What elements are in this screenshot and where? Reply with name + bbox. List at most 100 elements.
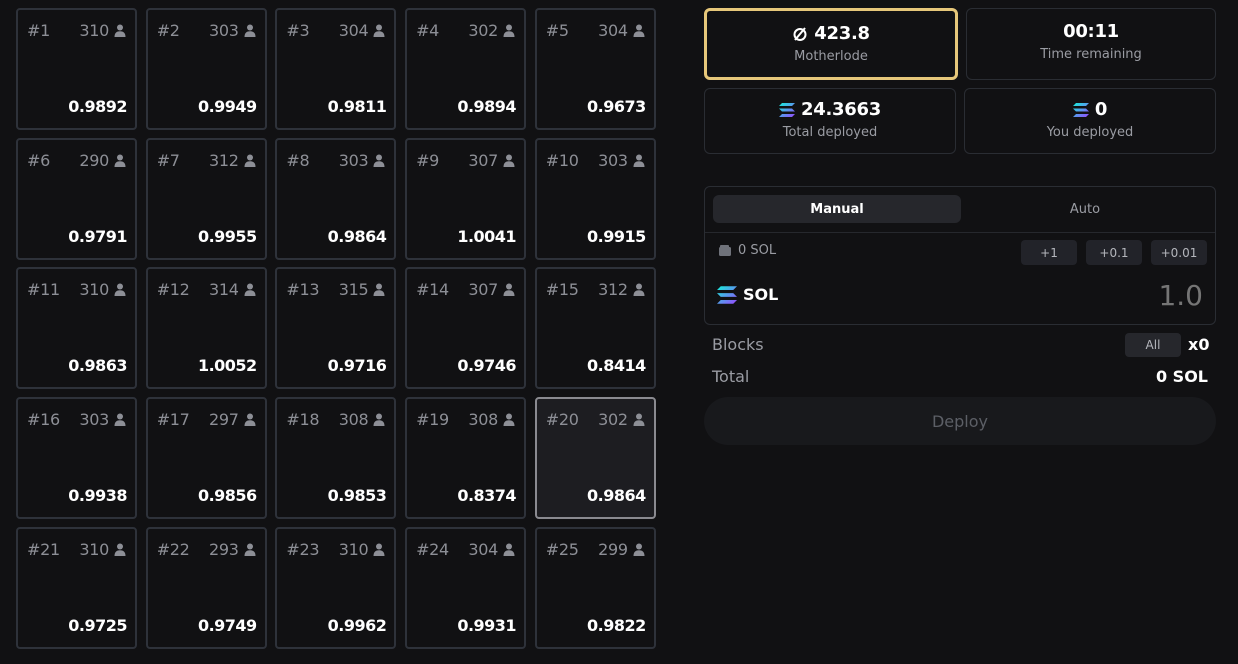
block-cell[interactable]: #17 297 0.9856 (145, 397, 267, 520)
block-cell[interactable]: #13 315 0.9716 (275, 267, 397, 390)
block-miners: 293 (209, 540, 256, 559)
tab-auto[interactable]: Auto (961, 195, 1209, 223)
block-miners: 304 (468, 540, 515, 559)
tab-manual[interactable]: Manual (713, 195, 961, 223)
block-cell[interactable]: #18 308 0.9853 (275, 397, 397, 520)
block-number: #6 (27, 150, 50, 170)
block-value: 0.9938 (68, 486, 127, 506)
block-number: #4 (416, 21, 440, 40)
block-miners: 308 (468, 410, 515, 429)
solana-icon (717, 285, 737, 304)
block-value: 0.9746 (457, 356, 517, 376)
miner-count: 299 (598, 539, 628, 559)
block-cell[interactable]: #15 312 0.8414 (534, 267, 656, 390)
block-number: #3 (286, 21, 310, 40)
amount-input[interactable] (1003, 279, 1203, 312)
block-cell[interactable]: #25 299 0.9822 (534, 526, 656, 649)
block-miners: 297 (209, 410, 256, 429)
block-number: #15 (545, 280, 579, 300)
block-cell[interactable]: #9 307 1.0041 (405, 137, 527, 260)
block-number: #12 (156, 280, 190, 300)
select-all-button[interactable]: All (1125, 333, 1181, 357)
block-cell[interactable]: #6 290 0.9791 (16, 137, 137, 260)
block-cell[interactable]: #4 302 0.9894 (405, 8, 527, 130)
block-cell[interactable]: #3 304 0.9811 (275, 8, 397, 130)
miner-count: 304 (338, 21, 369, 40)
total-deployed-card: 24.3663 Total deployed (704, 88, 956, 154)
block-cell[interactable]: #5 304 0.9673 (534, 8, 656, 130)
block-number: #8 (286, 150, 310, 170)
block-cell[interactable]: #8 303 0.9864 (275, 137, 397, 260)
increment-0.01-button[interactable]: +0.01 (1151, 240, 1207, 265)
wallet-icon (719, 245, 731, 256)
block-value: 0.9811 (327, 97, 387, 116)
block-cell[interactable]: #20 302 0.9864 (534, 397, 656, 520)
miner-count: 310 (79, 280, 109, 300)
block-cell[interactable]: #14 307 0.9746 (405, 267, 527, 390)
block-cell[interactable]: #1 310 0.9892 (16, 8, 137, 130)
user-icon (503, 283, 515, 297)
block-cell[interactable]: #12 314 1.0052 (145, 267, 267, 390)
block-value: 0.9864 (327, 226, 387, 246)
block-cell[interactable]: #21 310 0.9725 (16, 526, 137, 649)
block-value: 0.9725 (68, 615, 127, 635)
block-number: #23 (286, 539, 320, 559)
token-label: SOL (743, 285, 779, 304)
block-miners: 303 (598, 151, 645, 170)
miner-count: 293 (209, 539, 239, 559)
block-cell[interactable]: #22 293 0.9749 (145, 526, 267, 649)
miner-count: 312 (598, 280, 628, 300)
block-value: 0.9749 (197, 615, 257, 635)
block-value: 0.9931 (457, 615, 517, 635)
user-icon (114, 543, 126, 556)
block-miners: 303 (209, 21, 256, 40)
block-cell[interactable]: #24 304 0.9931 (405, 526, 527, 649)
user-icon (373, 413, 385, 427)
increment-1-button[interactable]: +1 (1021, 240, 1077, 265)
block-miners: 310 (79, 280, 126, 299)
block-cell[interactable]: #16 303 0.9938 (16, 397, 137, 520)
mode-tabs: Manual Auto (713, 195, 1209, 223)
block-value: 1.0052 (197, 356, 257, 376)
block-cell[interactable]: #23 310 0.9962 (275, 526, 397, 649)
balance-value: 0 SOL (738, 243, 777, 258)
block-value: 0.9856 (197, 486, 257, 506)
user-icon (244, 413, 256, 427)
miner-count: 307 (468, 150, 499, 170)
miner-count: 302 (598, 410, 628, 430)
block-value: 0.9955 (197, 226, 257, 246)
block-miners: 315 (339, 280, 386, 299)
block-value: 0.9716 (327, 356, 387, 376)
block-cell[interactable]: #11 310 0.9863 (16, 267, 137, 390)
user-icon (114, 413, 126, 427)
total-deployed-label: Total deployed (782, 125, 878, 140)
block-value: 0.9894 (457, 97, 517, 116)
block-value: 0.9962 (327, 615, 387, 635)
solana-icon (779, 102, 796, 117)
user-icon (244, 283, 256, 297)
total-value: 0 SOL (1155, 367, 1208, 386)
block-cell[interactable]: #10 303 0.9915 (534, 137, 656, 260)
block-cell[interactable]: #19 308 0.8374 (405, 397, 527, 520)
block-cell[interactable]: #2 303 0.9949 (145, 8, 267, 130)
block-cell[interactable]: #7 312 0.9955 (145, 137, 267, 260)
increment-0.1-button[interactable]: +0.1 (1086, 240, 1142, 265)
token-selector: SOL (717, 285, 778, 304)
block-number: #1 (27, 21, 50, 40)
user-icon (633, 543, 645, 556)
block-miners: 290 (79, 151, 126, 170)
user-icon (503, 154, 515, 167)
time-value: 00:11 (1063, 21, 1119, 42)
miner-count: 308 (468, 410, 499, 430)
miner-count: 310 (338, 539, 369, 559)
deploy-button[interactable]: Deploy (704, 397, 1216, 445)
user-icon (244, 154, 256, 167)
block-number: #18 (286, 410, 320, 430)
miner-count: 303 (338, 150, 369, 170)
block-value: 1.0041 (457, 226, 517, 246)
block-number: #21 (27, 539, 60, 559)
miner-count: 303 (209, 21, 239, 40)
wallet-balance: 0 SOL (719, 243, 776, 258)
block-number: #10 (545, 150, 579, 170)
block-number: #20 (545, 410, 579, 430)
